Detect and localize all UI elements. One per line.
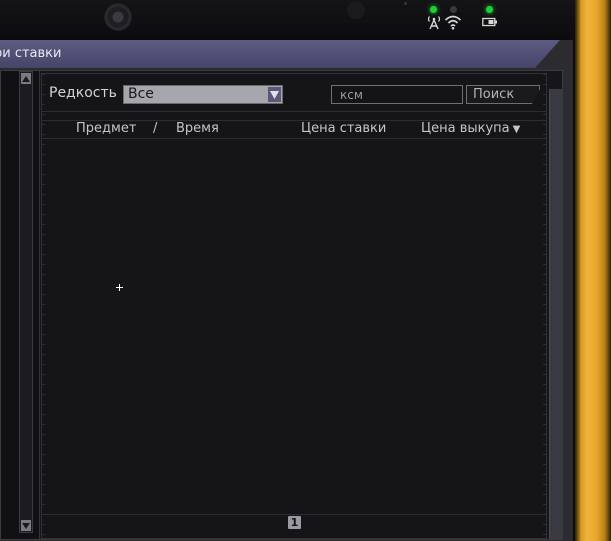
status-led-left <box>430 6 437 13</box>
scroll-down-button[interactable] <box>21 520 31 531</box>
column-buyout-label: Цена выкупа <box>421 121 510 136</box>
device-top-bezel <box>0 0 575 44</box>
rarity-label: Редкость <box>49 85 117 101</box>
arrow-down-icon <box>22 522 30 529</box>
rarity-selected-value: Все <box>128 86 154 102</box>
filter-divider <box>42 111 546 112</box>
page-number-button[interactable]: 1 <box>288 516 301 529</box>
column-item[interactable]: Предмет <box>76 121 136 136</box>
battery-icon <box>482 17 497 27</box>
status-led-right <box>486 6 493 13</box>
status-led-middle <box>450 6 457 13</box>
mouse-cursor-icon <box>116 284 123 291</box>
column-bid-price[interactable]: Цена ставки <box>301 121 386 136</box>
device-side-frame <box>575 0 611 541</box>
right-scroll-rail[interactable] <box>549 89 562 539</box>
scroll-up-button[interactable] <box>21 73 31 84</box>
column-buyout-price[interactable]: Цена выкупа ▼ <box>421 121 520 136</box>
camera-icon <box>104 3 132 31</box>
search-input[interactable] <box>331 85 463 104</box>
microphone-pinhole-icon <box>404 2 407 5</box>
left-category-strip <box>1 71 40 539</box>
window-title: ри ставки <box>0 46 62 61</box>
column-time[interactable]: Время <box>176 121 219 136</box>
rarity-dropdown[interactable]: Все <box>123 85 283 104</box>
sort-desc-icon: ▼ <box>512 124 521 135</box>
auction-window: ри ставки Редкость Все ксм Поиск Предмет… <box>0 40 573 541</box>
chevron-down-icon <box>270 90 279 99</box>
sensor-icon <box>347 1 365 19</box>
arrow-up-icon <box>22 75 30 82</box>
footer-divider <box>42 514 546 515</box>
window-title-bar: ри ставки <box>0 40 560 68</box>
column-divider: / <box>153 121 158 136</box>
search-button[interactable]: Поиск <box>466 85 540 104</box>
header-bottom-divider <box>42 138 546 139</box>
left-scrollbar[interactable] <box>19 71 33 533</box>
left-ruler <box>42 74 45 538</box>
right-ruler <box>543 74 546 538</box>
auction-list-area: Редкость Все Поиск Предмет / Время Цена … <box>41 73 547 539</box>
wifi-icon <box>444 15 462 30</box>
dropdown-arrow[interactable] <box>268 87 281 102</box>
auction-panel: Редкость Все Поиск Предмет / Время Цена … <box>0 70 563 540</box>
antenna-icon <box>427 16 441 30</box>
